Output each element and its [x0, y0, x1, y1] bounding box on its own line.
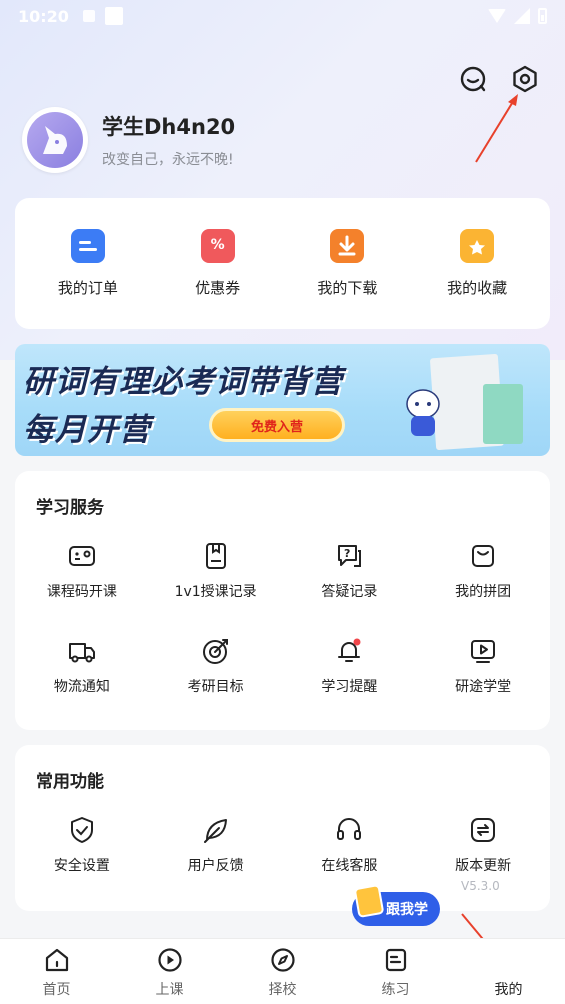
feedback-leaf-icon: [203, 819, 227, 843]
status-time: 10:20: [18, 6, 69, 26]
profile-section[interactable]: 学生Dh4n20 改变自己，永远不晚!: [22, 107, 235, 173]
update-icon: [471, 818, 496, 842]
coupon-icon: %: [200, 229, 235, 263]
service-delivery[interactable]: 物流通知: [15, 636, 149, 696]
service-study-hall[interactable]: 研途学堂: [416, 636, 550, 696]
function-user-feedback[interactable]: 用户反馈: [149, 815, 283, 875]
notebook-image: [483, 384, 523, 444]
shield-icon: [70, 817, 93, 843]
quick-item-label: 我的订单: [57, 279, 118, 297]
function-label: 在线客服: [321, 858, 378, 874]
service-label: 考研目标: [187, 679, 244, 695]
service-label: 课程码开课: [46, 584, 117, 600]
book-icon: [353, 883, 385, 919]
group-buy-icon: [472, 545, 495, 567]
message-icon[interactable]: [458, 64, 488, 94]
tab-school-choice[interactable]: 择校: [226, 939, 339, 1004]
quick-item-downloads[interactable]: 我的下载: [287, 229, 407, 298]
function-security-settings[interactable]: 安全设置: [15, 815, 149, 875]
section-title: 常用功能: [36, 772, 104, 792]
service-tutoring-record[interactable]: 1v1授课记录: [149, 541, 283, 601]
quick-item-coupons[interactable]: % 优惠券: [158, 229, 278, 298]
unicorn-icon: [27, 112, 83, 168]
banner-subtitle: 每月开营: [23, 412, 151, 448]
quick-item-label: 我的下载: [317, 279, 378, 297]
headset-icon: [337, 818, 362, 840]
order-icon: [70, 229, 105, 263]
quick-item-orders[interactable]: 我的订单: [28, 229, 148, 298]
tutoring-record-icon: [205, 543, 226, 569]
bell-icon: [338, 638, 361, 662]
service-study-reminder[interactable]: 学习提醒: [283, 636, 417, 696]
quick-item-favorites[interactable]: 我的收藏: [417, 229, 537, 298]
svg-text:?: ?: [344, 547, 350, 560]
compass-icon: [270, 948, 295, 972]
function-online-service[interactable]: 在线客服: [283, 815, 417, 875]
signal-icon: [514, 8, 530, 24]
promo-banner[interactable]: 研词有理必考词带背营 每月开营 免费入营: [15, 344, 550, 456]
settings-icon[interactable]: [510, 64, 540, 94]
tab-practice[interactable]: 练习: [339, 939, 452, 1004]
qa-record-icon: ?: [338, 545, 362, 567]
function-label: 版本更新: [455, 858, 512, 874]
service-label: 物流通知: [53, 679, 110, 695]
tab-label: 我的: [494, 982, 523, 998]
service-course-code[interactable]: 课程码开课: [15, 541, 149, 601]
tab-me[interactable]: 我的: [452, 939, 565, 1004]
notification-icon: [82, 10, 95, 22]
play-circle-icon: [157, 948, 182, 972]
service-label: 1v1授课记录: [174, 584, 257, 600]
bubble-label: 跟我学: [386, 902, 428, 918]
study-services-card: 学习服务 课程码开课 1v1授课记录 ? 答疑记录 我的拼团 物流通知 考研目标: [15, 471, 550, 730]
service-label: 研途学堂: [455, 679, 512, 695]
practice-doc-icon: [385, 948, 406, 972]
version-label: V5.3.0: [461, 879, 500, 893]
annotation-arrow-icon: [475, 94, 518, 163]
follow-me-bubble[interactable]: 跟我学: [352, 883, 440, 926]
tab-label: 上课: [155, 982, 184, 998]
mascot-icon: [406, 389, 440, 436]
tab-label: 练习: [381, 982, 410, 998]
target-icon: [202, 639, 228, 664]
quick-item-label: 优惠券: [195, 279, 241, 297]
home-icon: [45, 948, 68, 972]
banner-join-button[interactable]: 免费入营: [209, 408, 345, 442]
quick-actions-card: 我的订单 % 优惠券 我的下载 我的收藏: [15, 198, 550, 329]
function-label: 安全设置: [53, 858, 110, 874]
function-version-update[interactable]: 版本更新: [416, 815, 550, 875]
quick-item-label: 我的收藏: [447, 279, 508, 297]
username: 学生Dh4n20: [102, 115, 236, 139]
service-qa-record[interactable]: ? 答疑记录: [283, 541, 417, 601]
motto: 改变自己，永远不晚!: [102, 152, 234, 168]
tab-label: 首页: [42, 982, 71, 998]
service-label: 答疑记录: [321, 584, 378, 600]
battery-icon: [538, 8, 547, 24]
delivery-truck-icon: [68, 643, 95, 663]
tab-home[interactable]: 首页: [0, 939, 113, 1004]
favorite-folder-icon: [460, 229, 495, 263]
notification-square-icon: [104, 7, 123, 25]
tab-label: 择校: [268, 982, 297, 998]
banner-title: 研词有理必考词带背营: [23, 364, 343, 400]
service-target[interactable]: 考研目标: [149, 636, 283, 696]
section-title: 学习服务: [36, 498, 104, 518]
course-code-icon: [68, 546, 95, 566]
status-bar: 10:20: [0, 0, 565, 32]
service-label: 学习提醒: [321, 679, 378, 695]
video-play-icon: [471, 640, 496, 663]
service-group-buy[interactable]: 我的拼团: [416, 541, 550, 601]
avatar[interactable]: [22, 107, 88, 173]
bottom-tab-bar: 首页 上课 择校 练习 我的: [0, 938, 565, 1004]
function-label: 用户反馈: [187, 858, 244, 874]
tab-class[interactable]: 上课: [113, 939, 226, 1004]
wifi-icon: [488, 9, 506, 23]
common-functions-card: 常用功能 安全设置 用户反馈 在线客服 版本更新 V5.3.0: [15, 745, 550, 911]
service-label: 我的拼团: [455, 584, 512, 600]
download-icon: [330, 229, 365, 263]
